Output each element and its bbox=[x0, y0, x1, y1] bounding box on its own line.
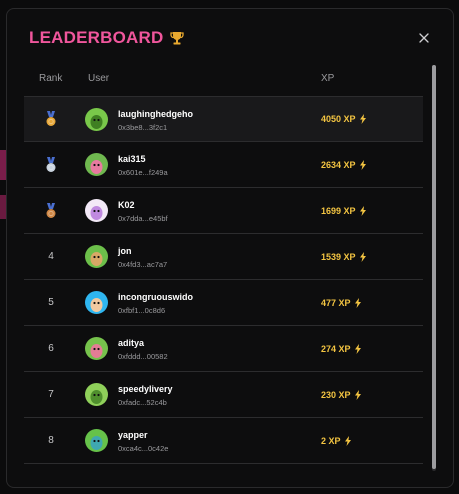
gold-medal-icon bbox=[46, 111, 56, 126]
rank-cell: 5 bbox=[24, 280, 78, 325]
xp-cell: 4050 XP bbox=[321, 97, 367, 141]
xp-value: 2634 XP bbox=[321, 159, 356, 170]
user-cell: aditya 0xfddd...00582 bbox=[118, 338, 168, 362]
avatar[interactable] bbox=[85, 291, 108, 314]
lightning-icon bbox=[354, 297, 361, 308]
rank-number: 6 bbox=[48, 343, 54, 354]
username[interactable]: incongruouswido bbox=[118, 292, 193, 303]
avatar[interactable] bbox=[85, 245, 108, 268]
silver-medal-icon bbox=[46, 156, 56, 172]
wallet-address: 0x601e...f249a bbox=[118, 168, 168, 177]
lightning-icon bbox=[359, 251, 366, 262]
leaderboard-row[interactable]: laughinghedgeho 0x3be8...3f2c1 4050 XP bbox=[24, 96, 423, 142]
wallet-address: 0xfbf1...0c8d6 bbox=[118, 306, 166, 315]
avatar[interactable] bbox=[85, 383, 108, 406]
xp-value: 2 XP bbox=[321, 435, 341, 446]
wallet-address: 0x7dda...e45bf bbox=[118, 214, 168, 223]
leaderboard-row[interactable]: K02 0x7dda...e45bf 1699 XP bbox=[24, 188, 423, 234]
user-cell: speedylivery 0xfadc...52c4b bbox=[118, 384, 173, 408]
rank-cell: 6 bbox=[24, 326, 78, 371]
rank-cell bbox=[24, 142, 78, 187]
username[interactable]: aditya bbox=[118, 338, 168, 349]
xp-value: 1699 XP bbox=[321, 205, 356, 216]
xp-value: 1539 XP bbox=[321, 251, 356, 262]
leaderboard-row[interactable]: 6 aditya 0xfddd...00582 274 XP bbox=[24, 326, 423, 372]
column-headers: Rank User XP bbox=[7, 73, 453, 89]
xp-value: 274 XP bbox=[321, 343, 351, 354]
user-column-header: User bbox=[88, 73, 110, 84]
rank-cell bbox=[24, 188, 78, 233]
leaderboard-row[interactable]: 4 jon 0x4fd3...ac7a7 1539 XP bbox=[24, 234, 423, 280]
xp-cell: 1699 XP bbox=[321, 188, 367, 233]
bronze-medal-icon bbox=[46, 202, 56, 218]
lightning-icon bbox=[359, 205, 366, 216]
leaderboard-modal: LEADERBOARD Rank User XP laughinghedgeho… bbox=[6, 8, 454, 488]
username[interactable]: speedylivery bbox=[118, 384, 173, 395]
wallet-address: 0xfadc...52c4b bbox=[118, 398, 167, 407]
avatar[interactable] bbox=[85, 199, 108, 222]
scrollbar-thumb[interactable] bbox=[432, 65, 436, 469]
lightning-icon bbox=[354, 389, 361, 400]
lightning-icon bbox=[359, 159, 366, 170]
leaderboard-row[interactable]: kai315 0x601e...f249a 2634 XP bbox=[24, 142, 423, 188]
leaderboard-row[interactable]: 7 speedylivery 0xfadc...52c4b 230 XP bbox=[24, 372, 423, 418]
avatar[interactable] bbox=[85, 108, 108, 131]
rank-column-header: Rank bbox=[39, 73, 63, 84]
rank-number: 7 bbox=[48, 389, 54, 400]
xp-cell: 477 XP bbox=[321, 280, 362, 325]
xp-cell: 230 XP bbox=[321, 372, 362, 417]
user-cell: incongruouswido 0xfbf1...0c8d6 bbox=[118, 292, 193, 316]
wallet-address: 0xfddd...00582 bbox=[118, 352, 168, 361]
user-cell: K02 0x7dda...e45bf bbox=[118, 200, 168, 224]
user-cell: yapper 0xca4c...0c42e bbox=[118, 430, 168, 454]
leaderboard-row[interactable]: 5 incongruouswido 0xfbf1...0c8d6 477 XP bbox=[24, 280, 423, 326]
wallet-address: 0xca4c...0c42e bbox=[118, 444, 169, 453]
user-cell: laughinghedgeho 0x3be8...3f2c1 bbox=[118, 109, 193, 133]
avatar[interactable] bbox=[85, 429, 108, 452]
avatar[interactable] bbox=[85, 337, 108, 360]
rank-number: 5 bbox=[48, 297, 54, 308]
rank-cell: 7 bbox=[24, 372, 78, 417]
avatar[interactable] bbox=[85, 153, 108, 176]
username[interactable]: yapper bbox=[118, 430, 168, 441]
scrollbar[interactable] bbox=[432, 65, 436, 471]
xp-cell: 2 XP bbox=[321, 418, 352, 463]
xp-value: 4050 XP bbox=[321, 114, 356, 124]
username[interactable]: kai315 bbox=[118, 154, 168, 165]
rank-number: 8 bbox=[48, 435, 54, 446]
lightning-icon bbox=[359, 114, 366, 124]
leaderboard-row[interactable]: 8 yapper 0xca4c...0c42e 2 XP bbox=[24, 418, 423, 464]
wallet-address: 0x3be8...3f2c1 bbox=[118, 123, 168, 132]
xp-cell: 274 XP bbox=[321, 326, 362, 371]
rank-cell bbox=[24, 97, 78, 141]
xp-cell: 2634 XP bbox=[321, 142, 367, 187]
xp-value: 230 XP bbox=[321, 389, 351, 400]
username[interactable]: jon bbox=[118, 246, 167, 257]
username[interactable]: laughinghedgeho bbox=[118, 109, 193, 120]
trophy-icon bbox=[170, 32, 185, 45]
lightning-icon bbox=[344, 435, 351, 446]
leaderboard-list[interactable]: laughinghedgeho 0x3be8...3f2c1 4050 XP kai3… bbox=[24, 96, 423, 464]
modal-header: LEADERBOARD bbox=[29, 27, 433, 49]
username[interactable]: K02 bbox=[118, 200, 168, 211]
user-cell: kai315 0x601e...f249a bbox=[118, 154, 168, 178]
xp-cell: 1539 XP bbox=[321, 234, 367, 279]
xp-column-header: XP bbox=[321, 73, 335, 84]
rank-number: 4 bbox=[48, 251, 54, 262]
rank-cell: 8 bbox=[24, 418, 78, 463]
user-cell: jon 0x4fd3...ac7a7 bbox=[118, 246, 167, 270]
xp-value: 477 XP bbox=[321, 297, 351, 308]
lightning-icon bbox=[354, 343, 361, 354]
modal-title: LEADERBOARD bbox=[29, 28, 164, 47]
rank-cell: 4 bbox=[24, 234, 78, 279]
close-icon[interactable] bbox=[415, 29, 433, 47]
wallet-address: 0x4fd3...ac7a7 bbox=[118, 260, 168, 269]
